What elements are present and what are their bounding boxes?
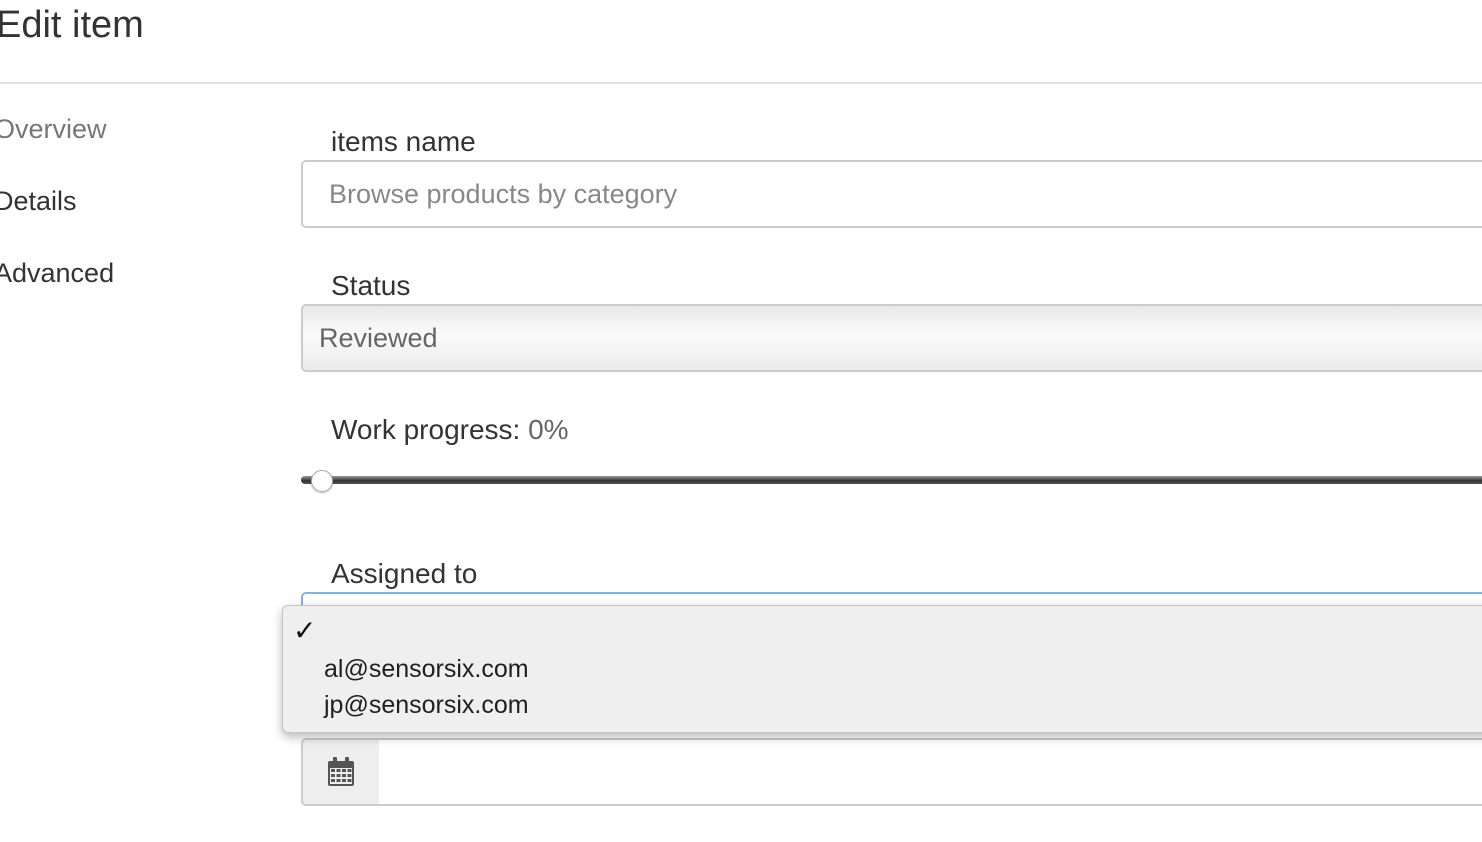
sidebar-item-overview[interactable]: Overview [0, 114, 107, 145]
work-progress-label: Work progress: [331, 414, 521, 445]
work-progress-slider-track[interactable] [301, 476, 1482, 484]
page-title: Edit item [0, 4, 144, 46]
work-progress-slider-handle[interactable] [311, 470, 333, 492]
header-divider [0, 82, 1482, 84]
edit-item-page: Edit item Overview Details Advanced item… [0, 0, 1482, 842]
assigned-to-dropdown: ✓ al@sensorsix.com jp@sensorsix.com [282, 605, 1482, 733]
date-input[interactable] [379, 738, 1482, 806]
work-progress-value: 0% [528, 414, 569, 445]
items-name-label: items name [331, 126, 476, 157]
dropdown-option-al[interactable]: al@sensorsix.com [324, 655, 529, 684]
status-select[interactable]: Reviewed [301, 304, 1482, 372]
calendar-icon [328, 757, 354, 786]
date-input-group [301, 738, 1482, 806]
work-progress-label-group: Work progress: 0% [331, 414, 569, 446]
dropdown-option-jp[interactable]: jp@sensorsix.com [324, 691, 529, 720]
sidebar-item-advanced[interactable]: Advanced [0, 258, 114, 289]
assigned-to-label: Assigned to [331, 558, 478, 589]
sidebar-item-details[interactable]: Details [0, 186, 77, 217]
status-label: Status [331, 270, 411, 301]
items-name-input[interactable]: Browse products by category [301, 160, 1482, 228]
checkmark-icon: ✓ [293, 615, 317, 646]
calendar-button[interactable] [301, 738, 381, 806]
